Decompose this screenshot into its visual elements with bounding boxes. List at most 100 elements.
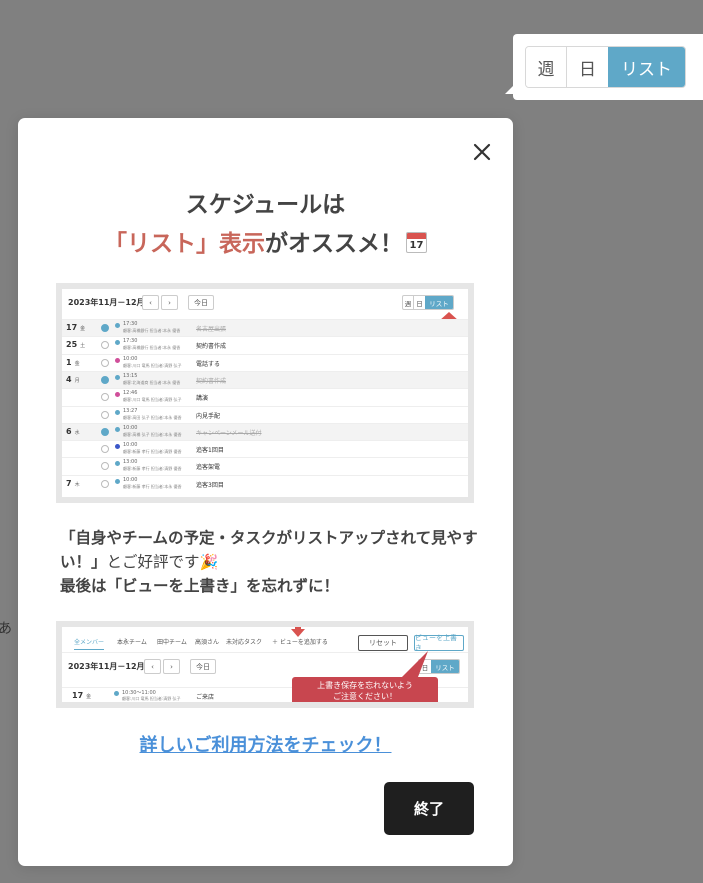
usage-guide-link[interactable]: 詳しいご利用方法をチェック！ [18, 731, 513, 757]
mini-row-time: 10:00 [123, 355, 138, 362]
mini-row-date [66, 392, 96, 401]
mini-category-dot [115, 478, 120, 484]
modal-body-text: 「自身やチームの予定・タスクがリストアップされて見やすい！」とご好評です🎉 最後… [60, 526, 480, 598]
mini-row-sub: 顧客:高橋 弘子 担当者:本永 優香 [123, 431, 182, 437]
mini-row-time: 13:15 [123, 372, 138, 379]
party-popper-icon: 🎉 [199, 553, 219, 571]
down-arrow-icon [291, 627, 305, 637]
mini-check-icon [101, 427, 109, 436]
overwrite-callout: 上書き保存を忘れないよう ご注意ください！ [292, 677, 438, 702]
mini-row-time: 13:27 [123, 407, 138, 414]
mini-today-button: 今日 [188, 295, 214, 310]
mini-category-dot [115, 357, 120, 363]
mini-row-sub: 顧客:北海道商 担当者:本永 優香 [123, 379, 181, 385]
title-rest: がオススメ！ [265, 231, 403, 257]
mini-row-title: 追客架電 [196, 464, 221, 472]
mini-event-row: 13:00 顧客:新藤 孝行 担当者:清野 優香 追客架電 [62, 457, 468, 474]
mini-week: 週 [403, 296, 414, 309]
mini-tab: 本永チーム [117, 639, 147, 646]
mini-view-switcher: 週 日 リスト [402, 295, 454, 310]
mini-row-time: 10:30〜11:00 [122, 690, 156, 696]
mini-row-date: 25 土 [66, 340, 86, 350]
mini-row-title: ご来店 [196, 694, 215, 701]
mini-category-dot [115, 409, 120, 415]
mini-row-title: 追客1回目 [196, 447, 224, 455]
mini-row-title: 内見手配 [196, 412, 221, 420]
mini-check-icon [101, 358, 109, 367]
mini-row-title: 契約書作成 [196, 343, 227, 351]
mini-check-icon [101, 375, 109, 384]
mini-event-row: 7 木 10:00 顧客:新藤 孝行 担当者:本永 優香 追客3回目 [62, 474, 468, 492]
mini-tab: 高須さん [195, 639, 220, 646]
mini-row-date: 4月 [66, 374, 80, 384]
mini-event-row: 13:27 顧客:高田 弘子 担当者:本永 優香 内見手配 [62, 405, 468, 423]
recommendation-modal: スケジュールは 「リスト」表示がオススメ！ 17 2023年11月－12月 ‹ ›… [18, 118, 513, 866]
done-button[interactable]: 終了 [384, 782, 474, 835]
view-list-button[interactable]: リスト [608, 47, 685, 87]
mini-category-dot [115, 323, 120, 328]
view-switcher-popover: 週 日 リスト [505, 34, 703, 100]
close-icon [473, 143, 491, 161]
mini-category-dot [115, 444, 120, 450]
mini-row-date [66, 444, 96, 453]
mini-next-icon: › [161, 295, 178, 310]
mini-row-time: 13:00 [123, 459, 138, 466]
mini-row-sub: 顧客:高田 弘子 担当者:本永 優香 [123, 414, 182, 420]
mini-check-icon [101, 462, 109, 471]
mini-row-sub: 顧客:新藤 孝行 担当者:本永 優香 [123, 483, 182, 489]
mini-date-range: 2023年11月－12月 [68, 662, 145, 671]
mini-prev-icon: ‹ [144, 659, 161, 674]
mini-reset-button: リセット [358, 635, 408, 651]
mini-prev-icon: ‹ [142, 295, 159, 310]
mini-today-button: 今日 [190, 659, 216, 674]
mini-row-date: 6水 [66, 426, 80, 436]
modal-title-line2: 「リスト」表示がオススメ！ 17 [18, 224, 513, 258]
mini-row-time: 10:00 [123, 476, 138, 483]
mini-event-row: 25 土 17:30 顧客:高橋銀行 担当者:本永 優香 契約書作成 [62, 336, 468, 353]
overwrite-view-screenshot: 全メンバー 本永チーム 田中チーム 高須さん 未対応タスク ＋ ビューを追加する… [56, 621, 474, 708]
view-day-button[interactable]: 日 [567, 47, 608, 87]
mini-check-icon [101, 324, 109, 332]
mini-row-date [66, 410, 96, 419]
close-button[interactable] [470, 140, 494, 164]
background-peek-text: あ [0, 621, 12, 637]
mini-row-title: 追客3回目 [196, 481, 224, 489]
mini-date-range: 2023年11月－12月 [68, 298, 145, 307]
mini-check-icon [101, 410, 109, 419]
mini-list: リスト [431, 660, 459, 673]
title-highlight: 「リスト」表示 [104, 231, 265, 257]
mini-check-icon [101, 393, 109, 402]
mini-row-title: 講演 [196, 395, 209, 403]
mini-row-title: 契約書作成 [196, 377, 227, 385]
mini-row-time: 12:46 [123, 390, 138, 397]
mini-category-dot [115, 392, 120, 398]
mini-event-row: 6 水 10:00 顧客:高橋 弘子 担当者:本永 優香 キャンペーンメール送付 [62, 422, 468, 440]
mini-row-time: 10:00 [123, 442, 138, 449]
mini-category-dot [115, 426, 120, 432]
mini-event-row: 17 金 17:30 顧客:高橋銀行 担当者:本永 優香 名古屋出張 [62, 319, 468, 336]
mini-event-row: 10:00 顧客:新藤 孝行 担当者:清野 優香 追客1回目 [62, 440, 468, 457]
mini-category-dot [115, 374, 120, 380]
mini-row-sub: 顧客:川口 竜馬 担当者:清野 弘子 [122, 696, 181, 701]
mini-category-dot [114, 691, 119, 696]
mini-row-date: 1金 [66, 357, 80, 367]
mini-check-icon [101, 341, 109, 350]
view-switcher: 週 日 リスト [525, 46, 686, 88]
mini-tab: 未対応タスク [226, 639, 263, 646]
mini-row-date [66, 461, 96, 470]
mini-row-sub: 顧客:新藤 孝行 担当者:清野 優香 [123, 449, 182, 455]
mini-row-title: 名古屋出張 [196, 326, 227, 333]
mini-row-sub: 顧客:川口 竜馬 担当者:清野 弘子 [123, 397, 182, 403]
mini-row-date: 17 金 [66, 323, 86, 332]
mini-row-time: 17:30 [123, 321, 138, 327]
mini-row-date: 17 金 [72, 691, 92, 700]
mini-row-sub: 顧客:新藤 孝行 担当者:清野 優香 [123, 466, 182, 472]
mini-row-title: キャンペーンメール送付 [196, 429, 262, 437]
mini-tab: 田中チーム [157, 639, 187, 646]
mini-next-icon: › [163, 659, 180, 674]
view-week-button[interactable]: 週 [526, 47, 567, 87]
modal-title-line1: スケジュールは [185, 192, 346, 218]
mini-event-row: 12:46 顧客:川口 竜馬 担当者:清野 弘子 講演 [62, 388, 468, 405]
mini-row-time: 10:00 [123, 424, 138, 431]
mini-row-sub: 顧客:高橋銀行 担当者:本永 優香 [123, 345, 181, 351]
